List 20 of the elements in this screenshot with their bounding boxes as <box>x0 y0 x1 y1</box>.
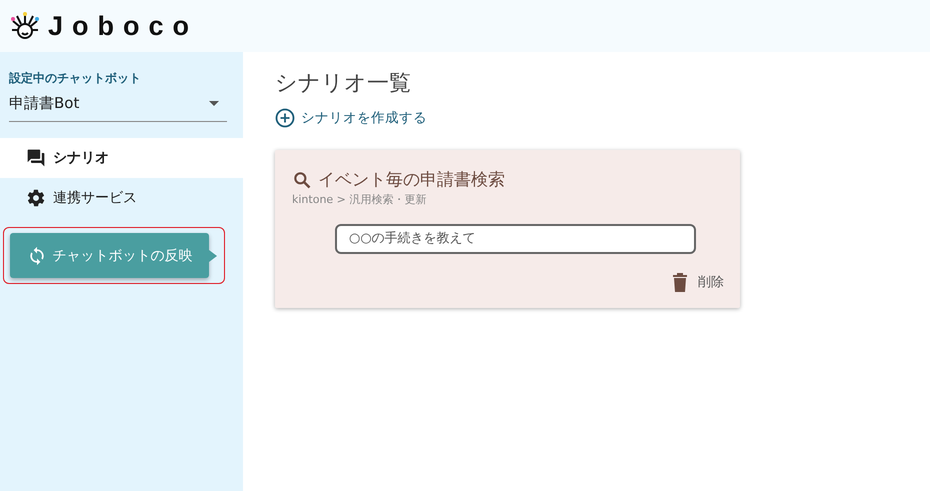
create-scenario-link[interactable]: シナリオを作成する <box>275 108 427 128</box>
nav-item[interactable]: 連携サービス <box>0 178 243 218</box>
chat-icon <box>26 148 46 168</box>
chatbot-label: 設定中のチャットボット <box>9 70 142 87</box>
settings-icon <box>26 188 46 208</box>
scenario-title: イベント毎の申請書検索 <box>318 169 505 191</box>
delete-button[interactable]: 削除 <box>672 272 724 292</box>
utterance-bubble: ○○の手続きを教えて <box>335 224 696 254</box>
trash-icon <box>672 272 688 292</box>
add-icon <box>275 108 295 128</box>
pointer-icon <box>209 250 217 262</box>
scenario-card[interactable]: イベント毎の申請書検索 kintone > 汎用検索・更新 ○○の手続きを教えて 削除 <box>275 150 740 308</box>
scenario-path: kintone > 汎用検索・更新 <box>292 192 428 207</box>
logo: Joboco <box>48 10 198 42</box>
page-title: シナリオ一覧 <box>275 70 412 98</box>
search-icon <box>292 170 312 190</box>
mascot-icon <box>10 12 40 40</box>
chatbot-select[interactable]: 申請書Bot <box>9 87 227 122</box>
nav-item[interactable]: シナリオ <box>0 138 243 178</box>
dropdown-icon <box>209 101 219 106</box>
